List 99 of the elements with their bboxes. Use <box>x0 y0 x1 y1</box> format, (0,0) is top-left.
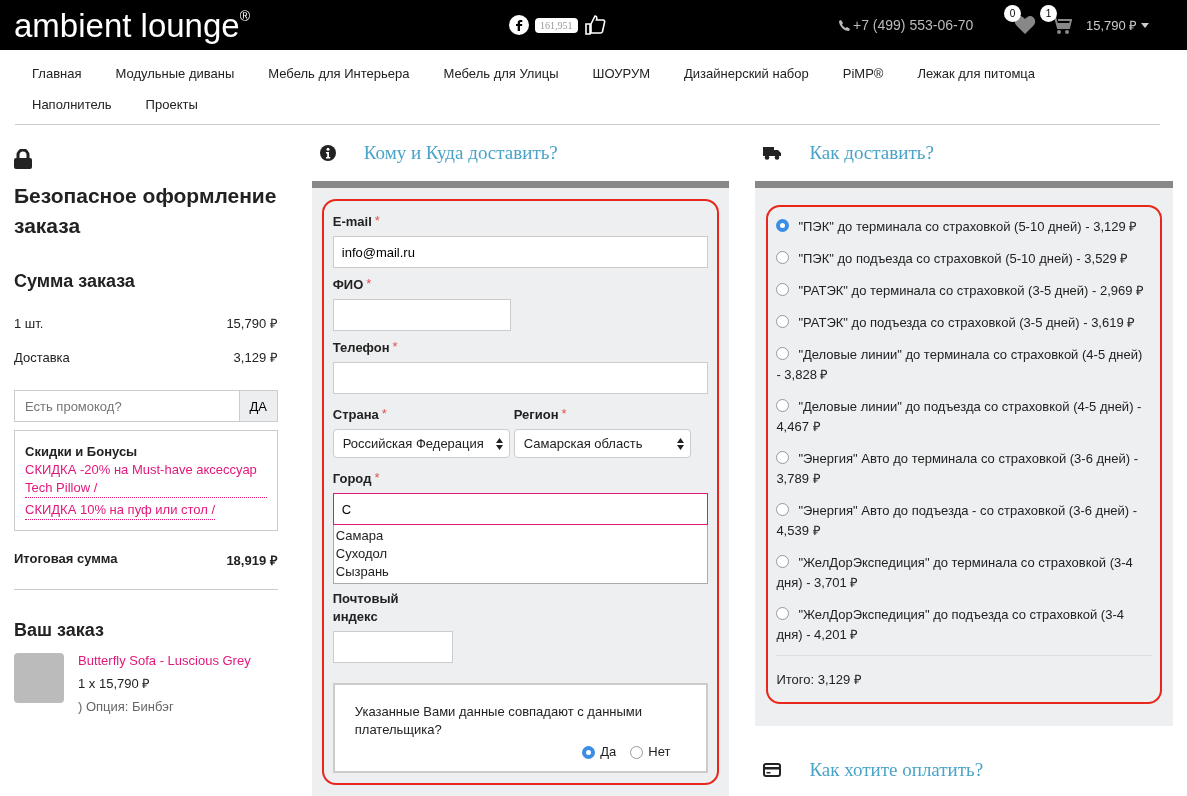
field-label: E-mail <box>332 213 372 231</box>
nav-link[interactable]: PiMP® <box>825 58 901 89</box>
radio-button[interactable] <box>776 503 790 516</box>
select-field[interactable]: Российская Федерация <box>332 429 510 458</box>
payer-question: Указанные Вами данные совпадают с данными плательщика? <box>354 703 644 739</box>
select-value: Российская Федерация <box>342 436 484 451</box>
required-asterisk: * <box>381 406 387 421</box>
radio-button[interactable] <box>776 451 790 464</box>
radio-button[interactable] <box>776 283 790 296</box>
nav-link[interactable]: ШОУРУМ <box>575 58 667 89</box>
radio-button[interactable] <box>776 251 790 264</box>
nav-link[interactable]: Проекты <box>128 89 215 120</box>
radio-option[interactable]: Да <box>582 743 617 761</box>
product-option: ) Опция: Бинбэг <box>78 695 251 718</box>
suggestion-item[interactable]: Самара <box>335 527 706 545</box>
input-field[interactable]: info@mail.ru <box>332 236 709 268</box>
product-quantity: 1 x 15,790 ₽ <box>78 675 152 693</box>
required-asterisk: * <box>374 213 380 228</box>
cart-count: 1 <box>1040 5 1057 22</box>
section-title: Сумма заказа <box>14 271 136 292</box>
caret-icon[interactable] <box>1141 22 1150 28</box>
discount-link[interactable]: СКИДКА 10% на пуф или стол / <box>25 501 216 520</box>
section-heading: Как доставить? <box>809 142 934 164</box>
input-field[interactable] <box>332 631 453 663</box>
summary-value: 3,129 ₽ <box>233 349 278 366</box>
nav-link[interactable]: Дизайнерский набор <box>667 58 826 89</box>
summary-label: 1 шт. <box>14 315 44 331</box>
radio-option[interactable]: Нет <box>630 743 671 761</box>
summary-label: Доставка <box>14 349 70 365</box>
nav-link[interactable]: Лежак для питомца <box>900 58 1053 89</box>
required-asterisk: * <box>366 276 372 291</box>
radio-button[interactable] <box>630 745 644 759</box>
radio-option[interactable]: "ЖелДорЭкспедиция" до терминала со страховкой (3-4 дня) - 3,701 ₽ <box>776 553 1152 593</box>
logo[interactable]: ambient lounge$^{®}$ <box>14 8 509 42</box>
section-title: Ваш заказ <box>14 620 105 641</box>
thumbs-up-icon[interactable] <box>583 14 606 36</box>
section-heading: Как хотите оплатить? <box>809 759 984 781</box>
required-asterisk: * <box>561 406 567 421</box>
radio-option[interactable]: "ПЭК" до терминала со страховкой (5-10 дней) - 3,129 ₽ <box>776 217 1152 237</box>
input-field[interactable] <box>332 299 511 331</box>
radio-button[interactable] <box>776 607 790 620</box>
heart-icon[interactable] <box>1014 15 1036 35</box>
radio-button[interactable] <box>776 399 790 412</box>
bonus-title: Скидки и Бонусы <box>25 443 139 461</box>
radio-button[interactable] <box>776 555 790 568</box>
radio-option[interactable]: "ЖелДорЭкспедиция" до подъезда со страховкой (3-4 дня) - 4,201 ₽ <box>776 605 1152 645</box>
sort-arrows-icon <box>676 437 684 450</box>
like-count: 161,951 <box>535 17 578 33</box>
wishlist-count: 0 <box>1004 5 1021 22</box>
page-title: Безопасное оформление заказа <box>14 183 278 239</box>
nav-link[interactable]: Мебель для Улицы <box>426 58 576 89</box>
cart-total[interactable]: 15,790 ₽ <box>1086 16 1138 34</box>
field-label: Регион <box>513 406 559 424</box>
radio-button[interactable] <box>776 315 790 328</box>
field-label: ФИО <box>332 276 364 294</box>
city-field[interactable]: С <box>332 493 709 525</box>
info-icon <box>319 145 336 161</box>
phone-number[interactable]: +7 (499) 553-06-70 <box>853 17 974 33</box>
lock-icon <box>14 149 32 169</box>
product-photo <box>14 653 64 703</box>
radio-option[interactable]: "Энергия" Авто до терминала со страховкой (3-6 дней) - 3,789 ₽ <box>776 449 1152 489</box>
nav-link[interactable]: Мебель для Интерьера <box>251 58 427 89</box>
summary-value: 15,790 ₽ <box>226 315 278 332</box>
apply-button[interactable]: ДА <box>238 391 277 421</box>
discount-link[interactable]: СКИДКА -20% на Must-have аксессуар Tech Pillow / <box>25 461 267 498</box>
credit-card-icon <box>763 763 782 777</box>
radio-option[interactable]: "ПЭК" до подъезда со страховкой (5-10 дней) - 3,529 ₽ <box>776 249 1152 269</box>
radio-option[interactable]: "Деловые линии" до подъезда со страховкой (4-5 дней) - 4,467 ₽ <box>776 397 1152 437</box>
radio-button[interactable] <box>776 219 790 232</box>
total-value: 18,919 ₽ <box>226 552 278 569</box>
nav-link[interactable]: Модульные диваны <box>98 58 252 89</box>
nav-link[interactable]: Наполнитель <box>15 89 129 120</box>
radio-button[interactable] <box>776 347 790 360</box>
promo-field[interactable]: Есть промокод? ДА <box>14 390 278 422</box>
radio-option[interactable]: "РАТЭК" до подъезда со страховкой (3-5 дней) - 3,619 ₽ <box>776 313 1152 333</box>
field-label: Телефон <box>332 339 390 357</box>
required-asterisk: * <box>374 470 380 485</box>
suggestion-item[interactable]: Суходол <box>335 545 706 563</box>
radio-option[interactable]: "Энергия" Авто до подъезда - со страховкой (3-6 дней) - 4,539 ₽ <box>776 501 1152 541</box>
total-label: Итоговая сумма <box>14 551 118 568</box>
required-asterisk: * <box>392 339 398 354</box>
suggestion-item[interactable]: Сызрань <box>335 563 706 581</box>
section-heading: Кому и Куда доставить? <box>363 142 558 164</box>
facebook-icon[interactable] <box>509 15 529 35</box>
radio-button[interactable] <box>582 745 596 759</box>
truck-icon <box>763 146 782 160</box>
input-field[interactable] <box>332 362 709 394</box>
radio-option[interactable]: "РАТЭК" до терминала со страховкой (3-5 дней) - 2,969 ₽ <box>776 281 1152 301</box>
radio-option[interactable]: "Деловые линии" до терминала со страховкой (4-5 дней) - 3,828 ₽ <box>776 345 1152 385</box>
sort-arrows-icon <box>495 437 503 450</box>
phone-icon <box>839 19 850 31</box>
nav-link[interactable]: Главная <box>15 58 99 89</box>
select-value: Самарская область <box>523 436 643 451</box>
field-label: Город <box>332 470 372 488</box>
field-label: Страна <box>332 406 379 424</box>
product-link[interactable]: Butterfly Sofa - Luscious Grey <box>78 649 251 672</box>
select-field[interactable]: Самарская область <box>513 429 691 458</box>
delivery-total: Итого: 3,129 ₽ <box>776 655 1152 694</box>
field-label: Почтовый индекс <box>332 590 400 626</box>
